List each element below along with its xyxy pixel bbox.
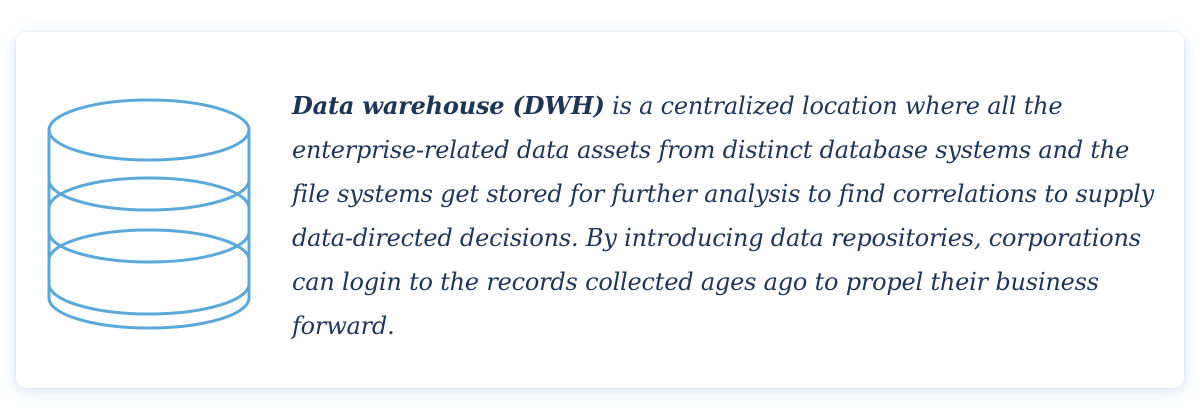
definition-text: Data warehouse (DWH) is a centralized lo…: [292, 84, 1172, 348]
definition-body: is a centralized location where all the …: [292, 92, 1155, 340]
definition-card: Data warehouse (DWH) is a centralized lo…: [16, 32, 1184, 388]
definition-term: Data warehouse (DWH): [292, 91, 605, 120]
database-icon: [47, 98, 251, 330]
